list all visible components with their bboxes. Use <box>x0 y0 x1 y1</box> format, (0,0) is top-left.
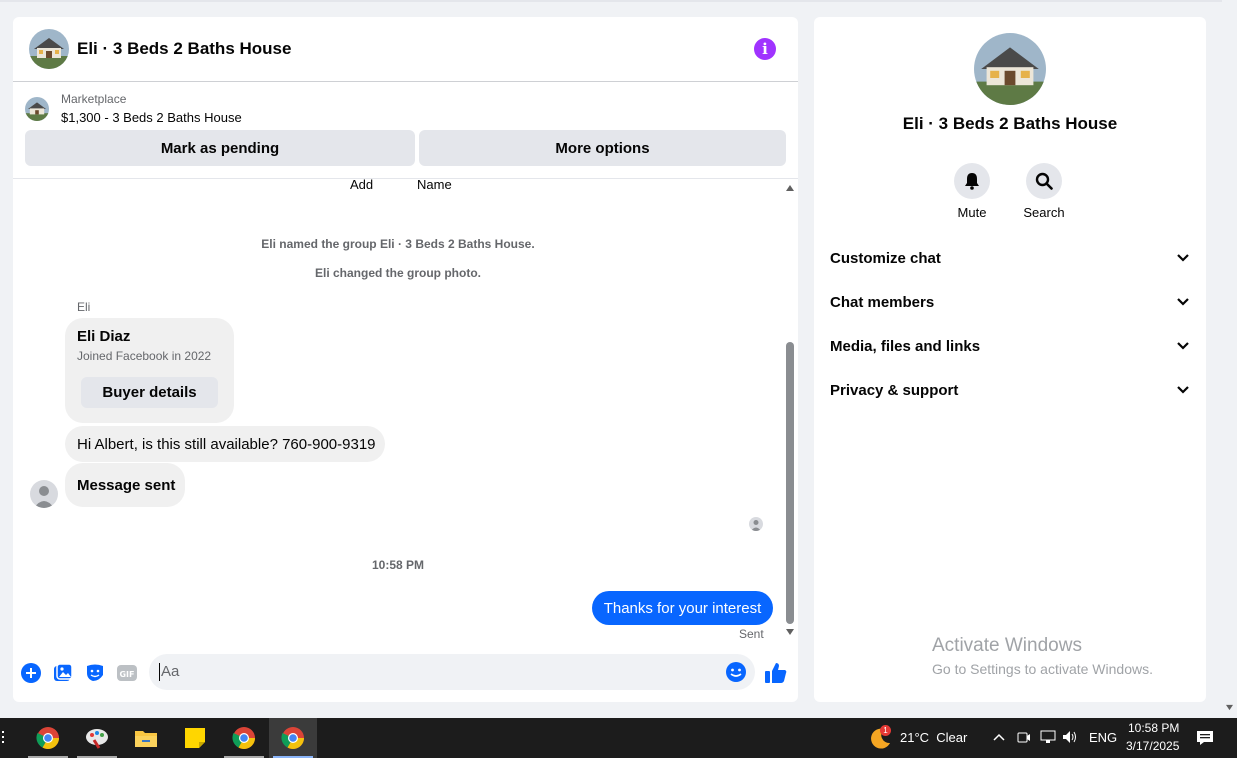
mute-label: Mute <box>957 205 987 220</box>
notification-icon[interactable] <box>1196 730 1214 746</box>
folder-icon <box>135 731 157 747</box>
add-label[interactable]: Add <box>350 177 373 192</box>
customize-chat-section[interactable]: Customize chat <box>830 246 1190 270</box>
weather-widget[interactable]: 1 <box>868 725 892 754</box>
search-label: Search <box>1023 205 1065 220</box>
privacy-support-section[interactable]: Privacy & support <box>830 378 1190 402</box>
thumbs-up-icon[interactable] <box>764 661 788 690</box>
taskbar-chrome-2[interactable] <box>220 718 268 758</box>
language-indicator[interactable]: ENG <box>1089 730 1117 745</box>
windows-taskbar: 1 21°C Clear ENG 10:58 PM 3/17/2025 <box>0 718 1237 758</box>
more-options-button[interactable]: More options <box>419 130 786 166</box>
paint-icon <box>86 729 108 749</box>
message-input-placeholder: Aa <box>161 663 180 680</box>
section-label: Privacy & support <box>830 381 959 399</box>
bell-icon <box>965 173 979 190</box>
volume-icon[interactable] <box>1062 730 1078 744</box>
scroll-up-icon <box>786 185 794 191</box>
my-message-bubble[interactable]: Thanks for your interest <box>592 591 773 625</box>
composer: GIF Aa <box>13 652 798 702</box>
system-message: Eli named the group Eli · 3 Beds 2 Baths… <box>261 237 535 251</box>
timestamp: 10:58 PM <box>371 558 425 572</box>
group-avatar-large[interactable] <box>974 33 1046 105</box>
read-receipt-avatar <box>749 517 763 531</box>
buyer-card: Eli Diaz Joined Facebook in 2022 Buyer d… <box>65 318 234 423</box>
listing-thumbnail[interactable] <box>25 96 49 121</box>
taskbar-chrome-active[interactable] <box>269 718 317 758</box>
buyer-name: Eli Diaz <box>77 328 131 345</box>
chat-header: Eli · 3 Beds 2 Baths House i <box>13 17 798 82</box>
taskbar-file-explorer[interactable] <box>122 718 170 758</box>
marketplace-banner: Marketplace $1,300 - 3 Beds 2 Baths Hous… <box>13 82 798 179</box>
mute-button[interactable]: Mute <box>942 163 1002 220</box>
weather-badge: 1 <box>880 725 891 736</box>
chevron-down-icon <box>1177 342 1189 350</box>
sent-status: Sent <box>739 627 764 641</box>
scrollbar-thumb[interactable] <box>786 342 794 624</box>
sticker-icon[interactable] <box>85 663 105 688</box>
scroll-down-icon <box>1226 704 1233 711</box>
clock-date[interactable]: 3/17/2025 <box>1126 739 1179 753</box>
taskbar-chrome-1[interactable] <box>24 718 72 758</box>
svg-text:GIF: GIF <box>119 670 134 679</box>
marketplace-label: Marketplace <box>61 92 127 106</box>
message-input[interactable]: Aa <box>149 654 755 690</box>
start-edge[interactable] <box>2 731 5 745</box>
gif-icon[interactable]: GIF <box>117 663 137 688</box>
sender-label: Eli <box>77 300 91 314</box>
weather-text[interactable]: 21°C Clear <box>900 730 967 745</box>
chrome-icon <box>232 727 255 749</box>
search-icon <box>1035 172 1053 190</box>
message-bubble[interactable]: Message sent <box>65 463 185 507</box>
chevron-down-icon <box>1177 386 1189 394</box>
top-border <box>0 0 1222 2</box>
system-message: Eli changed the group photo. <box>315 266 481 280</box>
chrome-icon <box>281 727 304 749</box>
message-bubble[interactable]: Hi Albert, is this still available? 760-… <box>65 426 385 462</box>
buyer-joined: Joined Facebook in 2022 <box>77 349 212 363</box>
buyer-details-button[interactable]: Buyer details <box>81 377 218 408</box>
gallery-icon[interactable] <box>53 663 73 688</box>
mark-as-pending-button[interactable]: Mark as pending <box>25 130 415 166</box>
emoji-icon[interactable] <box>725 661 747 688</box>
chat-info-panel: Eli · 3 Beds 2 Baths House Mute Search C… <box>814 17 1206 702</box>
sender-avatar[interactable] <box>30 480 58 508</box>
chat-members-section[interactable]: Chat members <box>830 290 1190 314</box>
scroll-down-icon <box>786 629 794 635</box>
messages-scrollbar[interactable] <box>783 180 797 640</box>
name-label[interactable]: Name <box>417 177 452 192</box>
section-label: Chat members <box>830 293 935 311</box>
taskbar-paint-app[interactable] <box>73 718 121 758</box>
activate-windows-watermark: Activate Windows Go to Settings to activ… <box>932 635 1153 677</box>
chrome-icon <box>36 727 59 749</box>
group-avatar[interactable] <box>29 29 69 69</box>
search-button[interactable]: Search <box>1014 163 1074 220</box>
info-icon[interactable]: i <box>754 38 776 60</box>
listing-title[interactable]: $1,300 - 3 Beds 2 Baths House <box>61 110 242 125</box>
meet-icon[interactable] <box>1017 730 1031 746</box>
text-cursor <box>159 663 160 681</box>
section-label: Media, files and links <box>830 337 981 355</box>
chevron-down-icon <box>1177 298 1189 306</box>
taskbar-sticky-notes[interactable] <box>171 718 219 758</box>
section-label: Customize chat <box>830 249 941 267</box>
network-icon[interactable] <box>1040 730 1056 744</box>
activate-subtitle: Go to Settings to activate Windows. <box>932 661 1153 677</box>
media-files-links-section[interactable]: Media, files and links <box>830 334 1190 358</box>
page-scrollbar[interactable] <box>1222 0 1237 716</box>
sticky-note-icon <box>185 728 205 748</box>
chevron-up-icon[interactable] <box>992 732 1006 742</box>
plus-icon[interactable] <box>21 663 41 688</box>
clock-time[interactable]: 10:58 PM <box>1128 721 1179 735</box>
activate-title: Activate Windows <box>932 635 1082 656</box>
info-title: Eli · 3 Beds 2 Baths House <box>902 114 1118 133</box>
chat-panel: Eli · 3 Beds 2 Baths House i Marketplace… <box>13 17 798 702</box>
chat-title[interactable]: Eli · 3 Beds 2 Baths House <box>77 39 754 59</box>
chevron-down-icon <box>1177 254 1189 262</box>
